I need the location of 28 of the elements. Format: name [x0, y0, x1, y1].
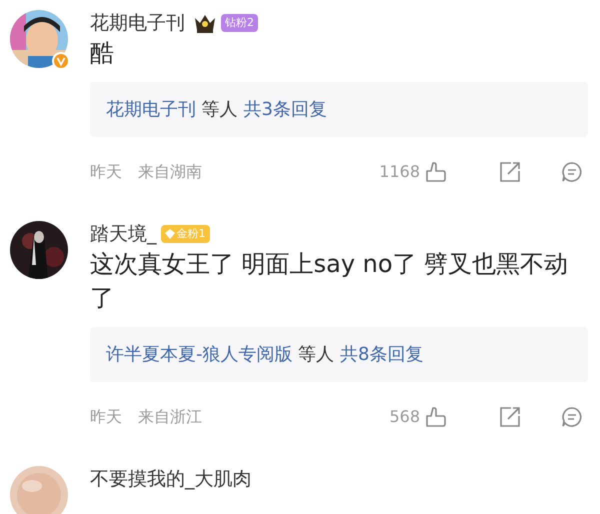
share-icon[interactable]: [498, 405, 522, 429]
reply-joiner-text: 等人: [202, 99, 238, 120]
like-icon[interactable]: [424, 160, 448, 184]
comment-text: 酷: [90, 38, 115, 69]
username[interactable]: 踏天境_: [90, 221, 156, 247]
like-count: 1168: [379, 161, 420, 183]
reply-count-link[interactable]: 共8条回复: [340, 344, 424, 365]
comment-icon[interactable]: [560, 405, 584, 429]
like-icon[interactable]: [424, 405, 448, 429]
reply-joiner-text: 等人: [298, 344, 334, 365]
comment-location: 来自湖南: [138, 161, 202, 183]
comment-location: 来自浙江: [138, 406, 202, 428]
comment-icon[interactable]: [560, 160, 584, 184]
comment-time: 昨天: [90, 406, 122, 428]
diamond-icon: [164, 229, 174, 239]
comment-text: 这次真女王了 明面上say no了 劈叉也黑不动了: [90, 249, 570, 314]
comment-time: 昨天: [90, 161, 122, 183]
username[interactable]: 花期电子刊: [90, 10, 185, 36]
username[interactable]: 不要摸我的_大肌肉: [90, 466, 252, 492]
fan-level-badge: 钻粉2: [221, 14, 258, 32]
reply-summary-panel[interactable]: 许半夏本夏-狼人专阅版 等人 共8条回复: [90, 327, 588, 382]
fan-level-badge: 金粉1: [160, 225, 210, 243]
reply-users-link[interactable]: 花期电子刊: [106, 99, 196, 120]
reply-summary-panel[interactable]: 花期电子刊 等人 共3条回复: [90, 82, 588, 137]
reply-count-link[interactable]: 共3条回复: [243, 99, 327, 120]
reply-users-link[interactable]: 许半夏本夏-狼人专阅版: [106, 344, 292, 365]
like-count: 568: [389, 406, 420, 428]
share-icon[interactable]: [498, 160, 522, 184]
